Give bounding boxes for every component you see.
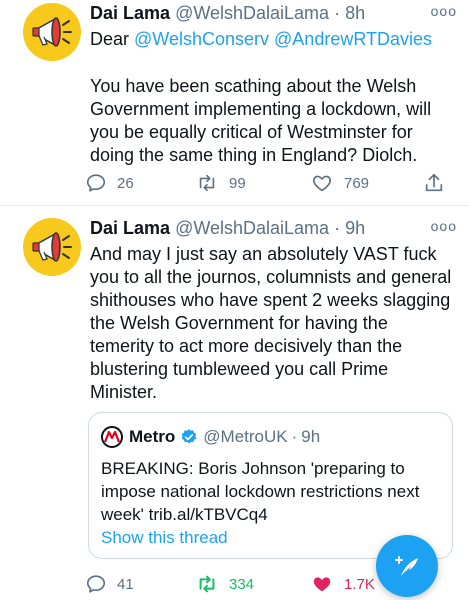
reply-icon	[86, 575, 106, 593]
tweet-header: Dai Lama @WelshDalaiLama · 9h	[90, 217, 365, 239]
like-count: 1.7K	[344, 575, 375, 593]
quoted-author-name: Metro	[129, 427, 176, 446]
retweet-count: 334	[229, 575, 255, 593]
reply-line: Dear @WelshConserv @AndrewRTDavies	[90, 28, 455, 51]
share-button[interactable]	[423, 170, 455, 196]
separator-dot: ·	[334, 218, 341, 238]
more-options-icon[interactable]: ooo	[431, 3, 457, 19]
tweet-text: And may I just say an absolutely VAST fu…	[90, 244, 452, 402]
verified-badge-icon	[182, 429, 197, 444]
show-thread-link[interactable]: Show this thread	[101, 528, 228, 548]
like-count: 769	[344, 174, 370, 192]
heart-icon	[312, 175, 332, 192]
reply-button[interactable]: 41	[85, 571, 134, 597]
metro-avatar	[101, 426, 123, 448]
retweet-button[interactable]: 334	[195, 571, 254, 597]
reply-button[interactable]: 26	[85, 170, 134, 196]
separator-dot: ·	[291, 427, 298, 446]
author-name[interactable]: Dai Lama	[90, 218, 170, 238]
avatar[interactable]	[23, 3, 81, 61]
avatar[interactable]	[23, 218, 81, 276]
author-handle[interactable]: @WelshDalaiLama	[175, 3, 329, 23]
separator-dot: ·	[334, 3, 341, 23]
like-button[interactable]: 769	[310, 170, 369, 196]
tweet-header: Dai Lama @WelshDalaiLama · 8h	[90, 2, 365, 24]
retweet-count: 99	[229, 174, 246, 192]
timestamp[interactable]: 8h	[345, 3, 365, 23]
more-options-icon[interactable]: ooo	[431, 218, 457, 234]
share-icon	[425, 173, 443, 192]
retweet-icon	[199, 575, 215, 593]
mention-link[interactable]: @WelshConserv	[134, 29, 269, 49]
timestamp[interactable]: 9h	[345, 218, 365, 238]
feather-plus-icon	[395, 556, 418, 576]
quoted-author-handle: @MetroUK	[203, 427, 288, 446]
like-button[interactable]: 1.7K	[310, 571, 375, 597]
quoted-tweet-text: BREAKING: Boris Johnson 'preparing to im…	[101, 459, 420, 524]
retweet-icon	[199, 174, 215, 192]
quoted-timestamp: 9h	[301, 427, 321, 446]
heart-filled-icon	[313, 577, 331, 592]
reply-icon	[86, 174, 106, 192]
megaphone-icon	[32, 232, 72, 262]
retweet-button[interactable]: 99	[195, 170, 246, 196]
mention-link[interactable]: @AndrewRTDavies	[274, 29, 432, 49]
reply-prefix: Dear	[90, 29, 130, 49]
compose-tweet-button[interactable]	[376, 535, 438, 597]
author-name[interactable]: Dai Lama	[90, 3, 170, 23]
metro-logo-icon	[103, 430, 121, 443]
reply-count: 26	[117, 174, 134, 192]
reply-count: 41	[117, 575, 134, 593]
quoted-tweet-header: Metro @MetroUK · 9h	[101, 425, 320, 449]
tweet-actions: 26 99 769	[85, 170, 455, 196]
tweet-text: You have been scathing about the Welsh G…	[90, 76, 432, 165]
megaphone-icon	[32, 17, 72, 47]
author-handle[interactable]: @WelshDalaiLama	[175, 218, 329, 238]
